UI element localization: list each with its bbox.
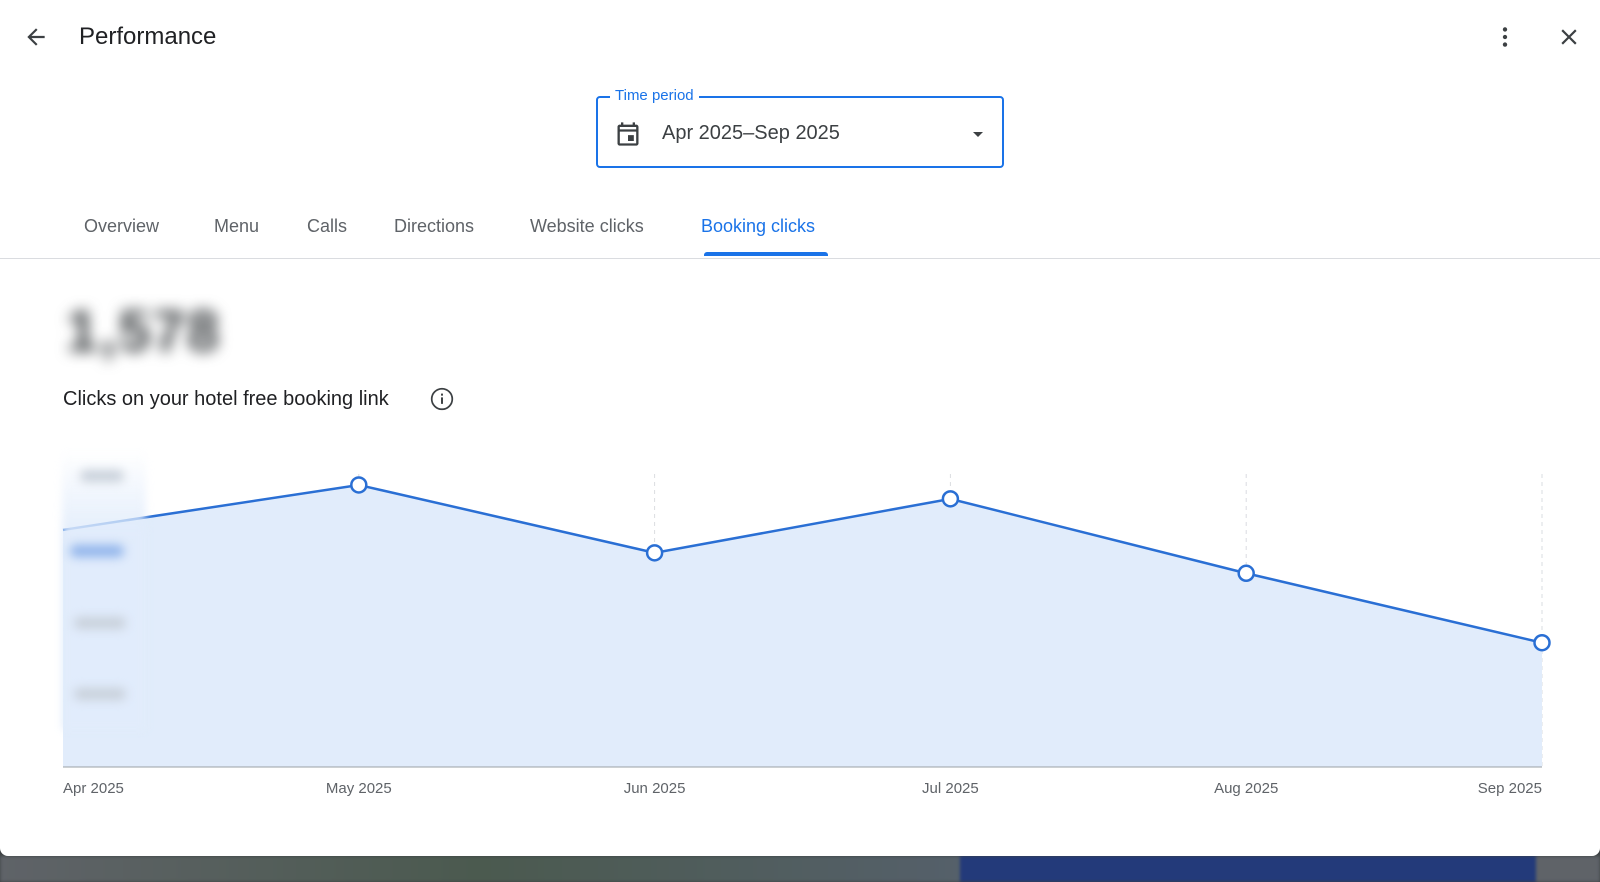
x-tick-label: Sep 2025 — [1478, 780, 1542, 797]
x-tick-label: Aug 2025 — [1214, 780, 1278, 797]
dialog-header: Performance — [0, 0, 1600, 76]
tab-booking-clicks[interactable]: Booking clicks — [701, 214, 815, 238]
more-options-button[interactable] — [1485, 17, 1525, 57]
series-area — [63, 484, 1542, 767]
active-tab-indicator — [704, 252, 828, 256]
tab-menu[interactable]: Menu — [214, 214, 259, 238]
blurred-y-label — [74, 688, 126, 700]
time-period-select[interactable]: Time period Apr 2025–Sep 2025 — [596, 87, 1004, 168]
blurred-y-label — [80, 470, 124, 482]
blurred-y-label — [74, 617, 126, 629]
data-point[interactable] — [1237, 564, 1255, 583]
data-point[interactable] — [350, 476, 368, 494]
tab-overview[interactable]: Overview — [84, 214, 159, 238]
x-tick-label: Jun 2025 — [624, 780, 686, 797]
time-period-value: Apr 2025–Sep 2025 — [662, 122, 840, 144]
tab-bar: Overview Menu Calls Directions Website c… — [0, 198, 1600, 259]
metric-total-value: 1,578 — [66, 299, 222, 364]
close-button[interactable] — [1549, 17, 1589, 57]
dialog-title: Performance — [79, 23, 217, 50]
tab-website-clicks[interactable]: Website clicks — [530, 214, 644, 238]
x-tick-label: Apr 2025 — [63, 780, 124, 797]
more-vert-icon — [1502, 27, 1508, 47]
booking-clicks-chart: Apr 2025 May 2025 Jun 2025 Jul 2025 Aug 2025… — [62, 474, 1551, 797]
blurred-y-label — [70, 545, 124, 557]
arrow-back-icon — [27, 28, 45, 46]
data-point[interactable] — [1533, 633, 1551, 652]
close-icon — [1561, 29, 1577, 45]
x-tick-label: May 2025 — [326, 780, 392, 797]
tab-directions[interactable]: Directions — [394, 214, 474, 238]
data-point[interactable] — [941, 490, 960, 508]
info-icon[interactable] — [429, 386, 455, 412]
data-point[interactable] — [645, 544, 664, 562]
dropdown-arrow-icon — [973, 132, 983, 137]
background-map-strip — [0, 856, 1600, 882]
calendar-icon — [617, 122, 639, 146]
x-tick-label: Jul 2025 — [922, 780, 979, 797]
back-button[interactable] — [16, 17, 56, 57]
metric-description: Clicks on your hotel free booking link — [63, 388, 389, 410]
x-axis-ticks: Apr 2025 May 2025 Jun 2025 Jul 2025 Aug 2025… — [63, 780, 1542, 797]
tab-calls[interactable]: Calls — [307, 214, 347, 238]
performance-dialog: Performance Time period Apr 2025–Sep 202… — [0, 0, 1600, 856]
time-period-label: Time period — [610, 87, 699, 105]
